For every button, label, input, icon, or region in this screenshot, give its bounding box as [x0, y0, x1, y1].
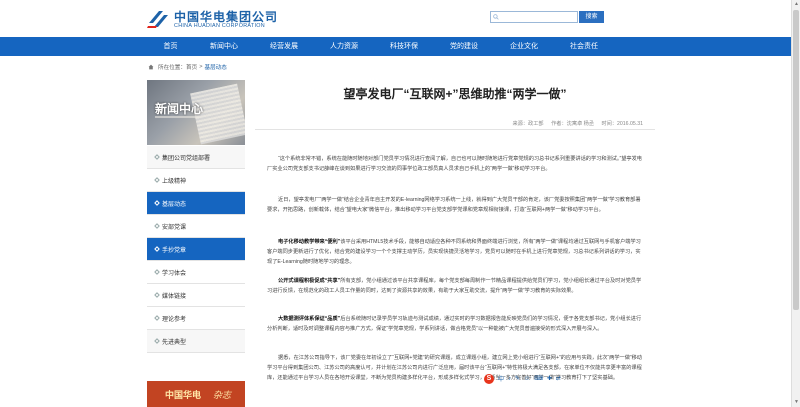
article-paragraph: 公开式课程积极促成“共享”所有支部，党小组通过该平台共享课程库，每个党支部每周制… — [267, 276, 645, 296]
paragraph-lead: 大数据测评体系保证“品质” — [278, 316, 341, 322]
diamond-bullet-icon — [154, 154, 160, 160]
search-input[interactable] — [491, 12, 577, 22]
keyboard-icon[interactable]: ⌨ — [534, 375, 543, 382]
sidebar-banner: 新闻中心 — [147, 80, 245, 145]
logo-name-en: CHINA HUADIAN CORPORATION — [174, 23, 265, 29]
diamond-bullet-icon — [154, 338, 160, 344]
sidebar-item-label: 先进典型 — [162, 339, 187, 346]
sidebar-item-label: 媒体链接 — [162, 293, 187, 300]
handwrite-icon[interactable]: ✎ — [515, 375, 520, 382]
home-icon — [148, 64, 154, 70]
article-title: 望亭发电厂“互联网+”思维助推“两学一做” — [343, 87, 567, 101]
sidebar-item-party-lesson[interactable]: 安部党课 — [147, 215, 245, 238]
article-paragraph: 据悉，在江苏公司指导下，该厂党委在年初设立了“互联网+党建”的研究课题，成立课题… — [267, 353, 645, 383]
nav-item-party[interactable]: 党的建设 — [434, 37, 494, 56]
diamond-bullet-icon — [154, 315, 160, 321]
nav-item-home[interactable]: 首页 — [147, 37, 194, 56]
nav-item-hr[interactable]: 人力资源 — [314, 37, 374, 56]
breadcrumb-home-link[interactable]: 首页 — [186, 63, 197, 71]
paragraph-lead: 公开式课程积极促成“共享” — [278, 278, 341, 284]
nav-item-tech[interactable]: 科技环保 — [374, 37, 434, 56]
article-source: 来源：政工部 — [512, 121, 544, 127]
sidebar-item-label: 上级精神 — [162, 178, 187, 185]
sidebar-item-superior-spirit[interactable]: 上级精神 — [147, 169, 245, 192]
scroll-up-arrow-icon[interactable]: ▲ — [792, 0, 800, 9]
sogou-logo-icon[interactable]: S — [484, 373, 494, 384]
diamond-bullet-icon — [154, 292, 160, 298]
sidebar-item-study-notes[interactable]: 学习体会 — [147, 261, 245, 284]
sidebar-item-handwritten-charter[interactable]: 手抄党章 — [147, 238, 245, 261]
floating-toolbar[interactable]: S 中 ♪ ✎ ☺ ⌨ ✚ ⇄ — [484, 373, 564, 384]
nav-item-news[interactable]: 新闻中心 — [194, 37, 254, 56]
search-button[interactable]: 搜索 — [579, 11, 604, 23]
article-meta: 来源：政工部 作者：沈寓卓 杨丞 时间：2016.05.31 — [255, 120, 643, 127]
chinese-mode-icon[interactable]: 中 — [498, 374, 504, 383]
nav-item-responsibility[interactable]: 社会责任 — [554, 37, 614, 56]
diamond-bullet-icon — [154, 200, 160, 206]
ad-text-magazine: 杂志 — [213, 390, 232, 400]
sidebar-item-label: 集团公司党组部署 — [162, 155, 211, 162]
paragraph-lead: 电子化移动教学带来“便利” — [278, 239, 341, 245]
sidebar-item-theory[interactable]: 理论参考 — [147, 307, 245, 330]
sidebar-item-label: 学习体会 — [162, 270, 187, 277]
breadcrumb-current[interactable]: 基层动态 — [204, 63, 226, 71]
site-header: 中国华电集团公司 CHINA HUADIAN CORPORATION 搜索 — [0, 0, 791, 37]
sidebar-item-label: 理论参考 — [162, 316, 187, 323]
sidebar-item-label: 基层动态 — [162, 201, 187, 208]
article-paragraph: 电子化移动教学带来“便利”该平台采用HTML5技术手段，能够自动适应各种不同系统… — [267, 237, 645, 267]
breadcrumb: 所在位置： 首页 > 基层动态 — [148, 63, 227, 71]
diamond-bullet-icon — [154, 177, 160, 183]
article-date: 时间：2016.05.31 — [601, 121, 643, 127]
article-paragraph: 大数据测评体系保证“品质”后台系统随时记录学员学习轨迹与测试成绩，通过实时的学习… — [267, 314, 645, 334]
breadcrumb-prefix: 所在位置： — [158, 65, 186, 71]
page-scrollbar[interactable]: ▲ ▼ — [791, 0, 800, 407]
diamond-bullet-icon — [154, 269, 160, 275]
breadcrumb-separator: > — [199, 64, 203, 70]
paragraph-text: 近日，望亭发电厂“两学一做”结合企业青年自主开发的E-learning网络学习系… — [267, 197, 641, 213]
sidebar-item-media-links[interactable]: 媒体链接 — [147, 284, 245, 307]
search-field[interactable] — [490, 11, 578, 23]
main-nav: 首页 新闻中心 经营发展 人力资源 科技环保 党的建设 企业文化 社会责任 — [0, 37, 791, 56]
title-divider — [255, 129, 655, 130]
magazine-ad-banner[interactable]: 中国华电 杂志 — [147, 381, 245, 407]
sidebar-banner-title: 新闻中心 — [155, 102, 204, 116]
paragraph-text: 据悉，在江苏公司指导下，该厂党委在年初设立了“互联网+党建”的研究课题，成立课题… — [267, 355, 642, 381]
article-paragraph: 近日，望亭发电厂“两学一做”结合企业青年自主开发的E-learning网络学习系… — [267, 195, 645, 215]
sidebar-item-label: 手抄党章 — [162, 247, 187, 254]
sidebar-item-grassroots[interactable]: 基层动态 — [147, 192, 245, 215]
sidebar-item-models[interactable]: 先进典型 — [147, 330, 245, 353]
nav-item-culture[interactable]: 企业文化 — [494, 37, 554, 56]
diamond-bullet-icon — [154, 223, 160, 229]
article-paragraph: “这个系统非常不错，系统在能随时随地对部门党员学习情况进行查阅了解，自己也可以随… — [267, 154, 645, 174]
article-author: 作者：沈寓卓 杨丞 — [551, 121, 595, 127]
diamond-bullet-icon — [154, 246, 160, 252]
switch-icon[interactable]: ⇄ — [556, 375, 561, 382]
emoji-icon[interactable]: ☺ — [524, 376, 530, 382]
ad-text-brand: 中国华电 — [165, 390, 202, 400]
paragraph-text: “这个系统非常不错，系统在能随时随地对部门党员学习情况进行查阅了解，自己也可以随… — [267, 156, 642, 172]
scroll-down-arrow-icon[interactable]: ▼ — [792, 398, 800, 407]
nav-item-business[interactable]: 经营发展 — [254, 37, 314, 56]
company-logo[interactable]: 中国华电集团公司 CHINA HUADIAN CORPORATION — [147, 6, 297, 34]
sidebar-item-deployment[interactable]: 集团公司党组部署 — [147, 146, 245, 169]
add-icon[interactable]: ✚ — [547, 375, 552, 382]
banner-underline — [155, 116, 199, 118]
scrollbar-thumb[interactable] — [793, 10, 799, 310]
voice-icon[interactable]: ♪ — [508, 376, 511, 382]
logo-mark-icon — [147, 11, 168, 28]
search-icon — [493, 14, 499, 20]
sidebar-menu: 集团公司党组部署 上级精神 基层动态 安部党课 手抄党章 学习体会 媒体链接 理… — [147, 146, 245, 353]
sidebar-item-label: 安部党课 — [162, 224, 187, 231]
